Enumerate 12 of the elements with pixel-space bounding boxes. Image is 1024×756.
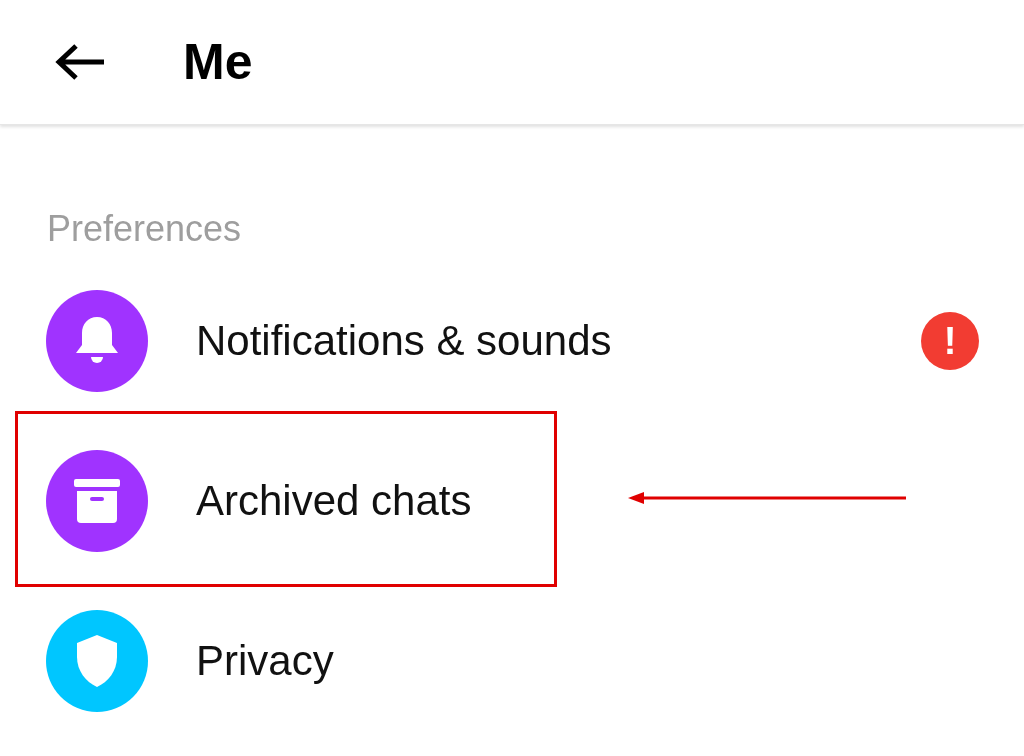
archive-box-icon [74, 479, 120, 523]
settings-label: Privacy [196, 637, 334, 685]
settings-label: Archived chats [196, 477, 472, 525]
page-title: Me [183, 33, 253, 91]
settings-label: Notifications & sounds [196, 317, 612, 365]
alert-badge: ! [921, 312, 979, 370]
settings-item[interactable]: Privacy [0, 581, 1024, 741]
settings-item[interactable]: Archived chats [0, 421, 1024, 581]
section-heading: Preferences [47, 207, 243, 251]
shield-icon [75, 635, 119, 687]
settings-item[interactable]: Notifications & sounds ! [0, 261, 1024, 421]
back-arrow-icon [54, 43, 106, 81]
